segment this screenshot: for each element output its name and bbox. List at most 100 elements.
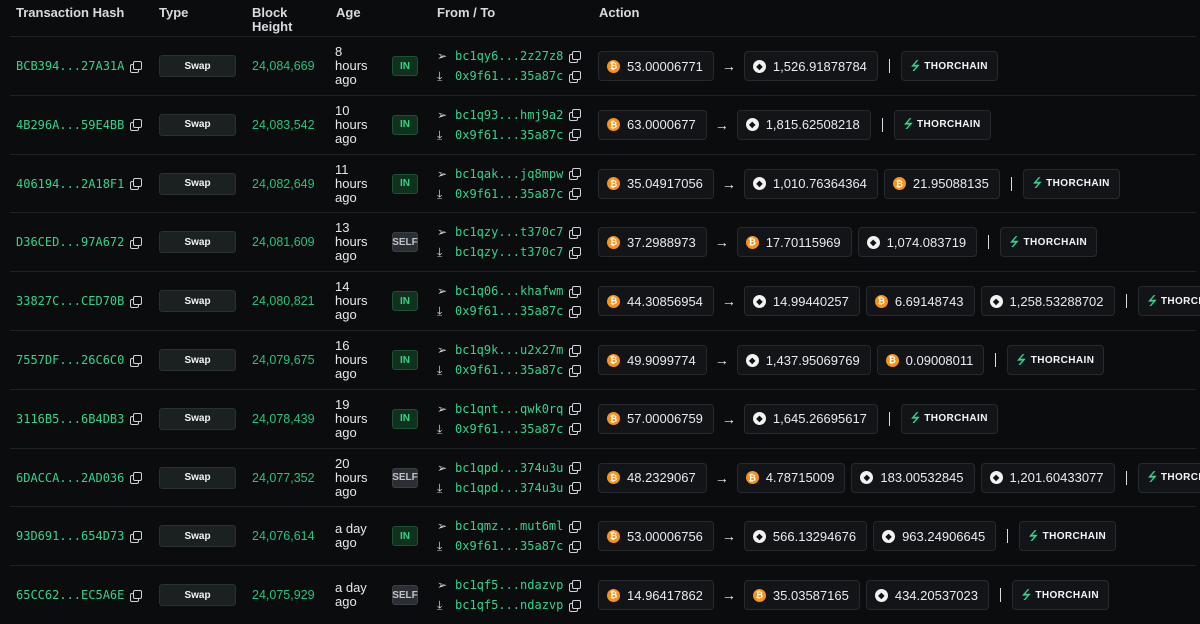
- asset-amount[interactable]: ₿ 53.00006756: [598, 521, 714, 552]
- to-address-link[interactable]: 0x9f61...35a87c: [455, 187, 563, 201]
- thorchain-badge[interactable]: ϟ THORCHAIN: [900, 403, 998, 434]
- asset-amount[interactable]: ◆ 14.99440257: [743, 286, 860, 317]
- table-row[interactable]: 4B296A...59E4BB Swap 24,083,542 10 hours…: [10, 94, 1196, 154]
- table-row[interactable]: 65CC62...EC5A6E Swap 24,075,929 a day ag…: [10, 565, 1196, 624]
- copy-icon[interactable]: [569, 226, 582, 239]
- asset-amount[interactable]: ◆ 1,010.76364364: [743, 168, 878, 199]
- copy-icon[interactable]: [569, 364, 582, 377]
- asset-amount[interactable]: ₿ 49.9099774: [598, 345, 707, 375]
- asset-amount[interactable]: ₿ 57.00006759: [598, 403, 714, 434]
- copy-icon[interactable]: [130, 60, 143, 73]
- copy-icon[interactable]: [569, 50, 582, 63]
- copy-icon[interactable]: [130, 354, 143, 367]
- copy-icon[interactable]: [569, 540, 582, 553]
- copy-icon[interactable]: [569, 305, 582, 318]
- transaction-hash-link[interactable]: 7557DF...26C6C0: [16, 353, 124, 367]
- transaction-hash[interactable]: 7557DF...26C6C0: [16, 331, 143, 389]
- asset-amount[interactable]: ₿ 14.96417862: [598, 580, 714, 611]
- copy-icon[interactable]: [569, 109, 582, 122]
- transaction-hash[interactable]: 4B296A...59E4BB: [16, 96, 143, 154]
- thorchain-badge[interactable]: ϟ THORCHAIN: [1019, 521, 1117, 552]
- copy-icon[interactable]: [569, 579, 582, 592]
- transaction-hash-link[interactable]: 4B296A...59E4BB: [16, 118, 124, 132]
- block-height-link[interactable]: 24,078,439: [252, 390, 315, 448]
- block-height-link[interactable]: 24,077,352: [252, 449, 315, 507]
- transaction-hash[interactable]: D36CED...97A672: [16, 213, 143, 271]
- block-height-link[interactable]: 24,080,821: [252, 272, 315, 330]
- block-height-link[interactable]: 24,079,675: [252, 331, 315, 389]
- table-row[interactable]: D36CED...97A672 Swap 24,081,609 13 hours…: [10, 212, 1196, 271]
- asset-amount[interactable]: ₿ 4.78715009: [736, 462, 846, 493]
- transaction-hash-link[interactable]: 93D691...654D73: [16, 529, 124, 543]
- table-row[interactable]: 93D691...654D73 Swap 24,076,614 a day ag…: [10, 506, 1196, 565]
- transaction-hash[interactable]: 406194...2A18F1: [16, 155, 143, 213]
- copy-icon[interactable]: [130, 413, 143, 426]
- thorchain-badge[interactable]: ϟ THORCHAIN: [900, 51, 998, 81]
- from-address-link[interactable]: bc1qzy...t370c7: [455, 225, 563, 239]
- copy-icon[interactable]: [569, 285, 582, 298]
- transaction-hash-link[interactable]: 6DACCA...2AD036: [16, 471, 124, 485]
- copy-icon[interactable]: [569, 188, 582, 201]
- block-height-link[interactable]: 24,084,669: [252, 37, 315, 95]
- block-height-link[interactable]: 24,082,649: [252, 155, 315, 213]
- block-height-link[interactable]: 24,075,929: [252, 566, 315, 624]
- asset-amount[interactable]: ₿ 35.03587165: [743, 580, 860, 611]
- asset-amount[interactable]: ◆ 1,815.62508218: [736, 109, 871, 140]
- copy-icon[interactable]: [130, 530, 143, 543]
- transaction-hash-link[interactable]: D36CED...97A672: [16, 235, 124, 249]
- from-address-link[interactable]: bc1qnt...qwk0rq: [455, 402, 563, 416]
- asset-amount[interactable]: ◆ 566.13294676: [743, 521, 868, 552]
- from-address-link[interactable]: bc1q06...khafwm: [455, 284, 563, 298]
- from-address-link[interactable]: bc1qmz...mut6ml: [455, 519, 563, 533]
- to-address-link[interactable]: bc1qf5...ndazvp: [455, 598, 563, 612]
- table-row[interactable]: 7557DF...26C6C0 Swap 24,079,675 16 hours…: [10, 330, 1196, 389]
- to-address-link[interactable]: 0x9f61...35a87c: [455, 422, 563, 436]
- asset-amount[interactable]: ₿ 6.69148743: [865, 286, 975, 317]
- asset-amount[interactable]: ◆ 963.24906645: [873, 521, 997, 552]
- copy-icon[interactable]: [130, 295, 143, 308]
- transaction-hash-link[interactable]: BCB394...27A31A: [16, 59, 124, 73]
- transaction-hash-link[interactable]: 406194...2A18F1: [16, 177, 124, 191]
- copy-icon[interactable]: [130, 119, 143, 132]
- copy-icon[interactable]: [569, 129, 582, 142]
- to-address-link[interactable]: 0x9f61...35a87c: [455, 128, 563, 142]
- transaction-hash[interactable]: 6DACCA...2AD036: [16, 449, 143, 507]
- to-address-link[interactable]: 0x9f61...35a87c: [455, 69, 563, 83]
- from-address-link[interactable]: bc1qak...jq8mpw: [455, 167, 563, 181]
- thorchain-badge[interactable]: ϟ THORCHAIN: [893, 109, 991, 140]
- copy-icon[interactable]: [130, 589, 143, 602]
- copy-icon[interactable]: [569, 462, 582, 475]
- thorchain-badge[interactable]: ϟ THORCHAIN: [1137, 286, 1200, 317]
- copy-icon[interactable]: [569, 482, 582, 495]
- transaction-hash[interactable]: 65CC62...EC5A6E: [16, 566, 143, 624]
- thorchain-badge[interactable]: ϟ THORCHAIN: [1007, 345, 1105, 375]
- copy-icon[interactable]: [130, 178, 143, 191]
- asset-amount[interactable]: ₿ 21.95088135: [883, 168, 1000, 199]
- table-row[interactable]: 3116B5...6B4DB3 Swap 24,078,439 19 hours…: [10, 388, 1196, 448]
- asset-amount[interactable]: ◆ 1,645.26695617: [743, 403, 878, 434]
- thorchain-badge[interactable]: ϟ THORCHAIN: [1137, 462, 1200, 493]
- copy-icon[interactable]: [569, 423, 582, 436]
- asset-amount[interactable]: ◆ 183.00532845: [851, 462, 975, 493]
- thorchain-badge[interactable]: ϟ THORCHAIN: [1012, 580, 1109, 611]
- thorchain-badge[interactable]: ϟ THORCHAIN: [1000, 227, 1098, 258]
- block-height-link[interactable]: 24,081,609: [252, 213, 315, 271]
- block-height-link[interactable]: 24,083,542: [252, 96, 315, 154]
- from-address-link[interactable]: bc1qf5...ndazvp: [455, 578, 563, 592]
- to-address-link[interactable]: 0x9f61...35a87c: [455, 539, 563, 553]
- asset-amount[interactable]: ◆ 1,526.91878784: [743, 51, 878, 81]
- asset-amount[interactable]: ◆ 1,201.60433077: [980, 462, 1115, 493]
- asset-amount[interactable]: ◆ 1,437.95069769: [736, 345, 871, 375]
- from-address-link[interactable]: bc1qy6...2z27z8: [455, 49, 563, 63]
- table-row[interactable]: BCB394...27A31A Swap 24,084,669 8 hours …: [10, 36, 1196, 95]
- copy-icon[interactable]: [569, 168, 582, 181]
- asset-amount[interactable]: ₿ 17.70115969: [736, 227, 852, 258]
- asset-amount[interactable]: ◆ 1,074.083719: [857, 227, 978, 258]
- asset-amount[interactable]: ◆ 434.20537023: [865, 580, 989, 611]
- from-address-link[interactable]: bc1qpd...374u3u: [455, 461, 563, 475]
- copy-icon[interactable]: [569, 520, 582, 533]
- to-address-link[interactable]: 0x9f61...35a87c: [455, 304, 563, 318]
- to-address-link[interactable]: bc1qzy...t370c7: [455, 245, 563, 259]
- copy-icon[interactable]: [569, 246, 582, 259]
- copy-icon[interactable]: [130, 236, 143, 249]
